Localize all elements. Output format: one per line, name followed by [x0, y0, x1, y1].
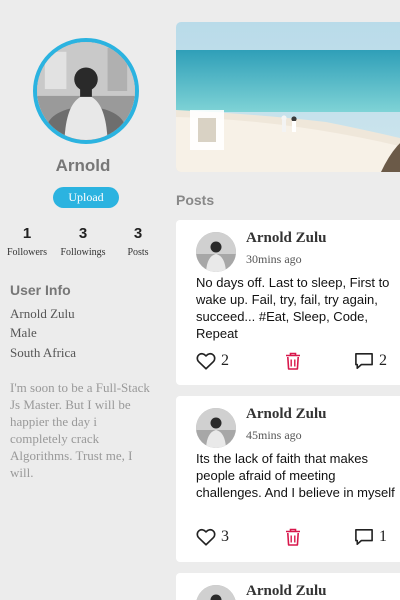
posts-heading: Posts	[176, 192, 215, 208]
stat-posts[interactable]: 3 Posts	[108, 225, 168, 258]
post-author-name[interactable]: Arnold Zulu	[246, 406, 326, 423]
comment-count: 1	[379, 528, 387, 545]
user-gender: Male	[10, 325, 37, 340]
post-author-avatar[interactable]	[196, 408, 236, 448]
profile-name: Arnold	[55, 156, 111, 175]
like-button[interactable]: 2	[196, 352, 229, 370]
post-text: No days off. Last to sleep, First to wak…	[196, 275, 390, 341]
post-text: Its the lack of faith that makes people …	[196, 451, 395, 500]
stat-followers[interactable]: 1 Followers	[0, 225, 57, 258]
post-card: Arnold Zulu 30mins ago No days off. Last…	[176, 220, 400, 385]
post-author-name[interactable]: Arnold Zulu	[246, 230, 326, 247]
post-card: Arnold Zulu	[176, 573, 400, 600]
speech-bubble-icon	[355, 352, 373, 370]
cover-photo	[176, 22, 400, 172]
delete-post-button[interactable]	[285, 352, 301, 370]
speech-bubble-icon	[355, 528, 373, 546]
post-author-name[interactable]: Arnold Zulu	[246, 583, 326, 600]
user-full-name: Arnold Zulu	[10, 306, 75, 321]
followers-label: Followers	[7, 247, 47, 258]
trash-icon	[286, 528, 300, 546]
profile-avatar[interactable]	[33, 38, 139, 144]
followers-count: 1	[22, 225, 32, 242]
comment-count: 2	[379, 352, 387, 369]
comment-button[interactable]: 2	[354, 352, 387, 370]
heart-outline-icon	[196, 352, 216, 370]
delete-post-button[interactable]	[285, 528, 301, 546]
post-card: Arnold Zulu 45mins ago Its the lack of f…	[176, 396, 400, 562]
heart-outline-icon	[196, 528, 216, 546]
post-timestamp: 45mins ago	[246, 428, 302, 442]
like-count: 3	[221, 528, 229, 545]
like-button[interactable]: 3	[196, 528, 229, 546]
posts-label: Posts	[127, 247, 149, 258]
user-bio: I'm soon to be a Full-Stack Js Master. B…	[10, 380, 150, 480]
upload-button[interactable]: Upload	[53, 187, 119, 208]
posts-count: 3	[133, 225, 143, 242]
like-count: 2	[221, 352, 229, 369]
followings-count: 3	[78, 225, 88, 242]
trash-icon	[286, 352, 300, 370]
post-author-avatar[interactable]	[196, 585, 236, 600]
user-info-title: User Info	[10, 282, 71, 298]
stat-followings[interactable]: 3 Followings	[53, 225, 113, 258]
followings-label: Followings	[60, 247, 106, 258]
post-author-avatar[interactable]	[196, 232, 236, 272]
comment-button[interactable]: 1	[354, 528, 387, 546]
profile-photo	[37, 42, 135, 140]
post-timestamp: 30mins ago	[246, 252, 302, 266]
user-country: South Africa	[10, 345, 77, 360]
